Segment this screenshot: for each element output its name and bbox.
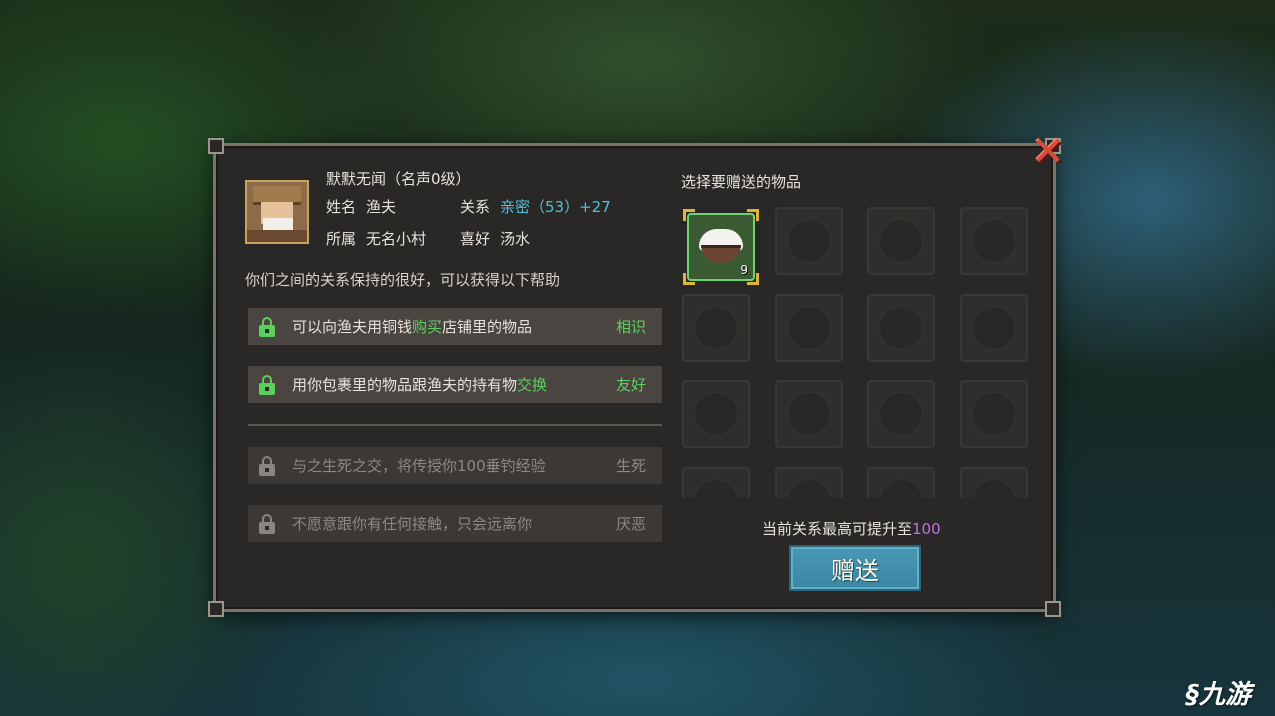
likes-label: 喜好	[460, 230, 491, 248]
npc-likes: 汤水	[500, 230, 531, 248]
benefit-text: 不愿意跟你有任何接触，只会远离你	[292, 515, 533, 533]
unlocked-lock-icon	[258, 316, 276, 337]
inventory-slot[interactable]	[867, 207, 935, 275]
inventory-slot[interactable]	[960, 207, 1028, 275]
close-icon[interactable]: ✕	[1028, 132, 1068, 172]
inventory-slot-selected[interactable]: 9	[683, 209, 759, 285]
frame-corner	[208, 601, 224, 617]
rice-bowl-icon	[697, 227, 745, 265]
benefit-tag: 友好	[615, 376, 646, 394]
frame-corner	[208, 138, 224, 154]
inventory-slot[interactable]	[775, 207, 843, 275]
benefit-tag: 相识	[615, 318, 646, 336]
locked-lock-icon	[258, 455, 276, 476]
inventory-slot[interactable]	[960, 294, 1028, 362]
item-count: 9	[740, 263, 748, 277]
inventory-slot[interactable]	[867, 380, 935, 448]
inventory-slot[interactable]	[960, 380, 1028, 448]
benefit-row-hate: 不愿意跟你有任何接触，只会远离你 厌恶	[248, 505, 662, 542]
divider	[248, 424, 662, 426]
max-relation-value: 100	[912, 520, 941, 538]
locked-lock-icon	[258, 513, 276, 534]
inventory-slot[interactable]	[775, 467, 843, 498]
affiliation-label: 所属	[326, 230, 357, 248]
frame-corner	[1045, 601, 1061, 617]
inventory-slot[interactable]	[682, 380, 750, 448]
relation-label: 关系	[460, 198, 491, 216]
name-label: 姓名	[326, 198, 357, 216]
inventory-grid: 9	[681, 207, 1029, 498]
give-button[interactable]: 赠送	[789, 545, 921, 591]
benefit-row-trade: 用你包裹里的物品跟渔夫的持有物交换 友好	[248, 366, 662, 403]
inventory-slot[interactable]	[682, 294, 750, 362]
relation-value: 亲密（53）+27	[500, 198, 611, 216]
benefit-text: 可以向渔夫用铜钱购买店铺里的物品	[292, 318, 533, 336]
npc-affiliation: 无名小村	[366, 230, 427, 248]
inventory-slot[interactable]	[867, 467, 935, 498]
npc-name: 渔夫	[366, 198, 397, 216]
inventory-slot[interactable]	[775, 294, 843, 362]
relationship-description: 你们之间的关系保持的很好，可以获得以下帮助	[245, 271, 561, 289]
npc-portrait	[245, 180, 309, 244]
benefit-tag: 厌恶	[615, 515, 646, 533]
benefit-row-bond: 与之生死之交，将传授你100垂钓经验 生死	[248, 447, 662, 484]
max-relation-text: 当前关系最高可提升至100	[762, 520, 941, 538]
benefit-text: 与之生死之交，将传授你100垂钓经验	[292, 457, 546, 475]
watermark-logo: §九游	[1186, 680, 1252, 710]
benefit-tag: 生死	[615, 457, 646, 475]
npc-title: 默默无闻（名声0级）	[326, 170, 471, 188]
unlocked-lock-icon	[258, 374, 276, 395]
gift-section-title: 选择要赠送的物品	[681, 173, 802, 191]
inventory-slot[interactable]	[960, 467, 1028, 498]
inventory-slot[interactable]	[867, 294, 935, 362]
benefit-text: 用你包裹里的物品跟渔夫的持有物交换	[292, 376, 548, 394]
inventory-slot[interactable]	[775, 380, 843, 448]
inventory-slot[interactable]	[682, 467, 750, 498]
benefit-row-buy: 可以向渔夫用铜钱购买店铺里的物品 相识	[248, 308, 662, 345]
